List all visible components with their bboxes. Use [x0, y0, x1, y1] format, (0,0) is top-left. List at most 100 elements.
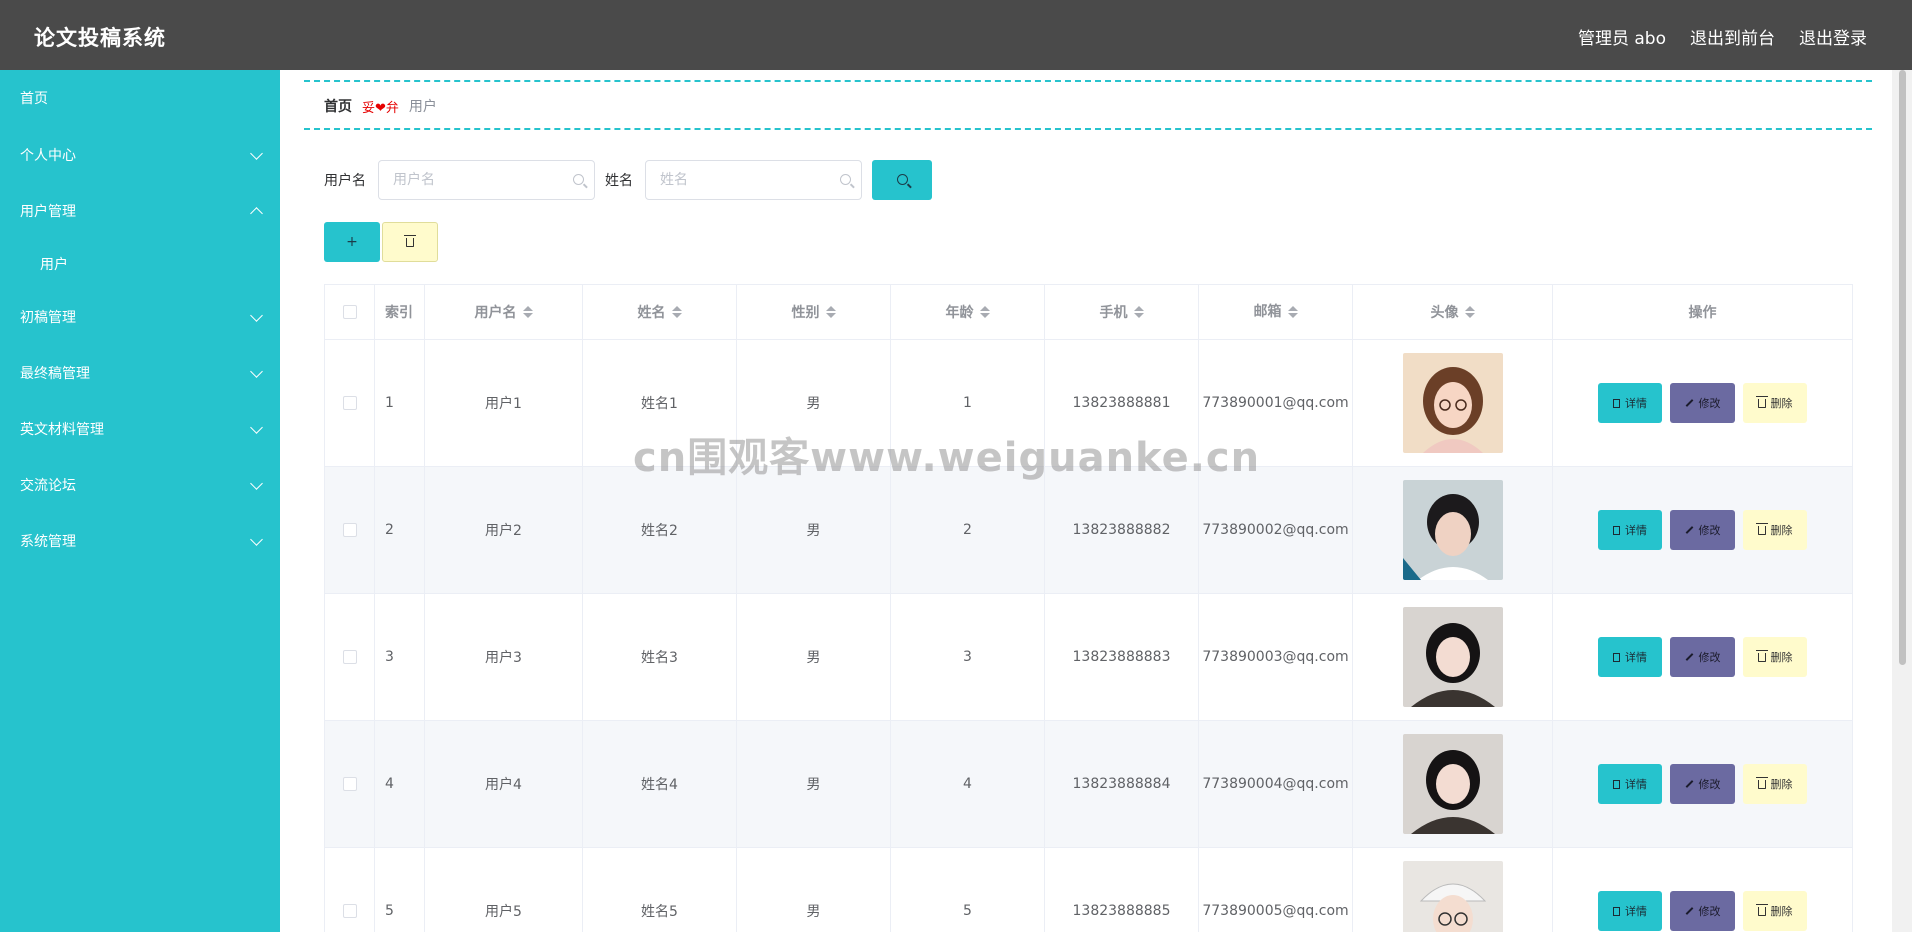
cell-age: 5	[891, 848, 1045, 932]
sort-icon[interactable]	[979, 306, 990, 318]
chevron-up-icon	[250, 207, 263, 220]
sidebar-item-english-material[interactable]: 英文材料管理	[20, 419, 265, 439]
batch-delete-button[interactable]	[382, 222, 438, 262]
row-checkbox[interactable]	[342, 396, 357, 410]
sidebar-item-label: 个人中心	[20, 148, 76, 164]
chevron-down-icon	[250, 364, 263, 378]
cell-username: 用户2	[425, 467, 583, 593]
col-age[interactable]: 年龄	[891, 285, 1045, 339]
cell-phone: 13823888881	[1045, 340, 1199, 466]
sidebar-item-draft-management[interactable]: 初稿管理	[20, 307, 265, 327]
main-area: 首页 妥❤弁 用户 用户名 姓名 +	[280, 70, 1892, 932]
document-icon	[1613, 398, 1620, 408]
document-icon	[1613, 906, 1620, 916]
sort-icon[interactable]	[522, 306, 533, 318]
edit-button[interactable]: 修改	[1670, 891, 1735, 931]
cell-phone: 13823888883	[1045, 594, 1199, 720]
cell-name: 姓名4	[583, 721, 737, 847]
to-frontend-link[interactable]: 退出到前台	[1690, 24, 1775, 49]
detail-button[interactable]: 详情	[1598, 637, 1662, 677]
row-checkbox[interactable]	[342, 777, 357, 791]
sidebar-item-user-management[interactable]: 用户管理	[20, 201, 265, 221]
username-input[interactable]	[379, 161, 594, 199]
logout-link[interactable]: 退出登录	[1799, 24, 1867, 49]
detail-button[interactable]: 详情	[1598, 510, 1662, 550]
document-icon	[1613, 525, 1620, 535]
row-checkbox[interactable]	[342, 523, 357, 537]
edit-button[interactable]: 修改	[1670, 510, 1735, 550]
sort-icon[interactable]	[825, 306, 836, 318]
document-icon	[1613, 652, 1620, 662]
sidebar-item-forum[interactable]: 交流论坛	[20, 475, 265, 495]
sidebar-subitem-users[interactable]: 用户	[40, 254, 68, 274]
sort-icon[interactable]	[671, 306, 682, 318]
name-input[interactable]	[646, 161, 861, 199]
sidebar-item-label: 用户管理	[20, 204, 76, 220]
row-checkbox[interactable]	[342, 650, 357, 664]
delete-button[interactable]: 删除	[1743, 510, 1807, 550]
edit-button[interactable]: 修改	[1670, 637, 1735, 677]
cell-index: 3	[375, 594, 425, 720]
trash-icon	[1755, 776, 1768, 789]
search-icon	[840, 174, 851, 185]
delete-button[interactable]: 删除	[1743, 637, 1807, 677]
sort-icon[interactable]	[1133, 306, 1144, 318]
breadcrumb: 首页 妥❤弁 用户	[324, 96, 437, 116]
edit-icon	[1685, 399, 1693, 407]
edit-button[interactable]: 修改	[1670, 383, 1735, 423]
delete-button[interactable]: 删除	[1743, 891, 1807, 931]
name-field	[645, 160, 862, 200]
avatar	[1402, 607, 1503, 707]
trash-icon	[1755, 522, 1768, 535]
sidebar-item-label: 首页	[20, 91, 48, 107]
cell-gender: 男	[737, 848, 891, 932]
detail-button[interactable]: 详情	[1598, 764, 1662, 804]
table-row: 3 用户3 姓名3 男 3 13823888883 773890003@qq.c…	[325, 594, 1852, 721]
delete-button[interactable]: 删除	[1743, 383, 1807, 423]
top-links: 管理员 abo 退出到前台 退出登录	[1578, 24, 1867, 49]
col-username[interactable]: 用户名	[425, 285, 583, 339]
cell-name: 姓名1	[583, 340, 737, 466]
sort-icon[interactable]	[1464, 306, 1475, 318]
chevron-down-icon	[250, 420, 263, 434]
username-label: 用户名	[324, 173, 366, 189]
col-index: 索引	[375, 285, 425, 339]
sidebar-item-system-management[interactable]: 系统管理	[20, 531, 265, 551]
search-button[interactable]	[872, 160, 932, 200]
document-icon	[1613, 779, 1620, 789]
edit-icon	[1685, 653, 1693, 661]
scrollbar-thumb[interactable]	[1899, 70, 1906, 665]
sidebar-item-final-management[interactable]: 最终稿管理	[20, 363, 265, 383]
col-gender[interactable]: 性别	[737, 285, 891, 339]
select-all-checkbox[interactable]	[342, 305, 357, 319]
detail-button[interactable]: 详情	[1598, 891, 1662, 931]
sidebar-item-personal-center[interactable]: 个人中心	[20, 145, 265, 165]
edit-button[interactable]: 修改	[1670, 764, 1735, 804]
col-name[interactable]: 姓名	[583, 285, 737, 339]
cell-username: 用户5	[425, 848, 583, 932]
detail-button[interactable]: 详情	[1598, 383, 1662, 423]
chevron-down-icon	[250, 308, 263, 322]
username-field	[378, 160, 595, 200]
add-button[interactable]: +	[324, 222, 380, 262]
edit-icon	[1685, 907, 1693, 915]
sidebar: 首页 个人中心 用户管理 用户 初稿管理 最终稿管理 英文材料管理 交流论坛 系…	[0, 70, 280, 932]
sort-icon[interactable]	[1287, 306, 1298, 318]
delete-button[interactable]: 删除	[1743, 764, 1807, 804]
col-avatar[interactable]: 头像	[1353, 285, 1553, 339]
trash-icon	[1755, 395, 1768, 408]
search-form: 用户名 姓名	[324, 160, 932, 200]
table-header: 索引 用户名 姓名 性别 年龄 手机 邮箱 头像 操作	[325, 285, 1852, 340]
col-phone[interactable]: 手机	[1045, 285, 1199, 339]
trash-icon	[1755, 649, 1768, 662]
chevron-down-icon	[250, 532, 263, 546]
sidebar-item-home[interactable]: 首页	[20, 88, 265, 108]
cell-email: 773890005@qq.com	[1199, 848, 1353, 932]
page-scrollbar[interactable]	[1892, 70, 1912, 932]
row-checkbox[interactable]	[342, 904, 357, 918]
col-email[interactable]: 邮箱	[1199, 285, 1353, 339]
breadcrumb-home[interactable]: 首页	[324, 96, 352, 116]
chevron-down-icon	[250, 146, 263, 160]
sidebar-item-label: 系统管理	[20, 534, 76, 550]
sidebar-item-label: 英文材料管理	[20, 422, 104, 438]
